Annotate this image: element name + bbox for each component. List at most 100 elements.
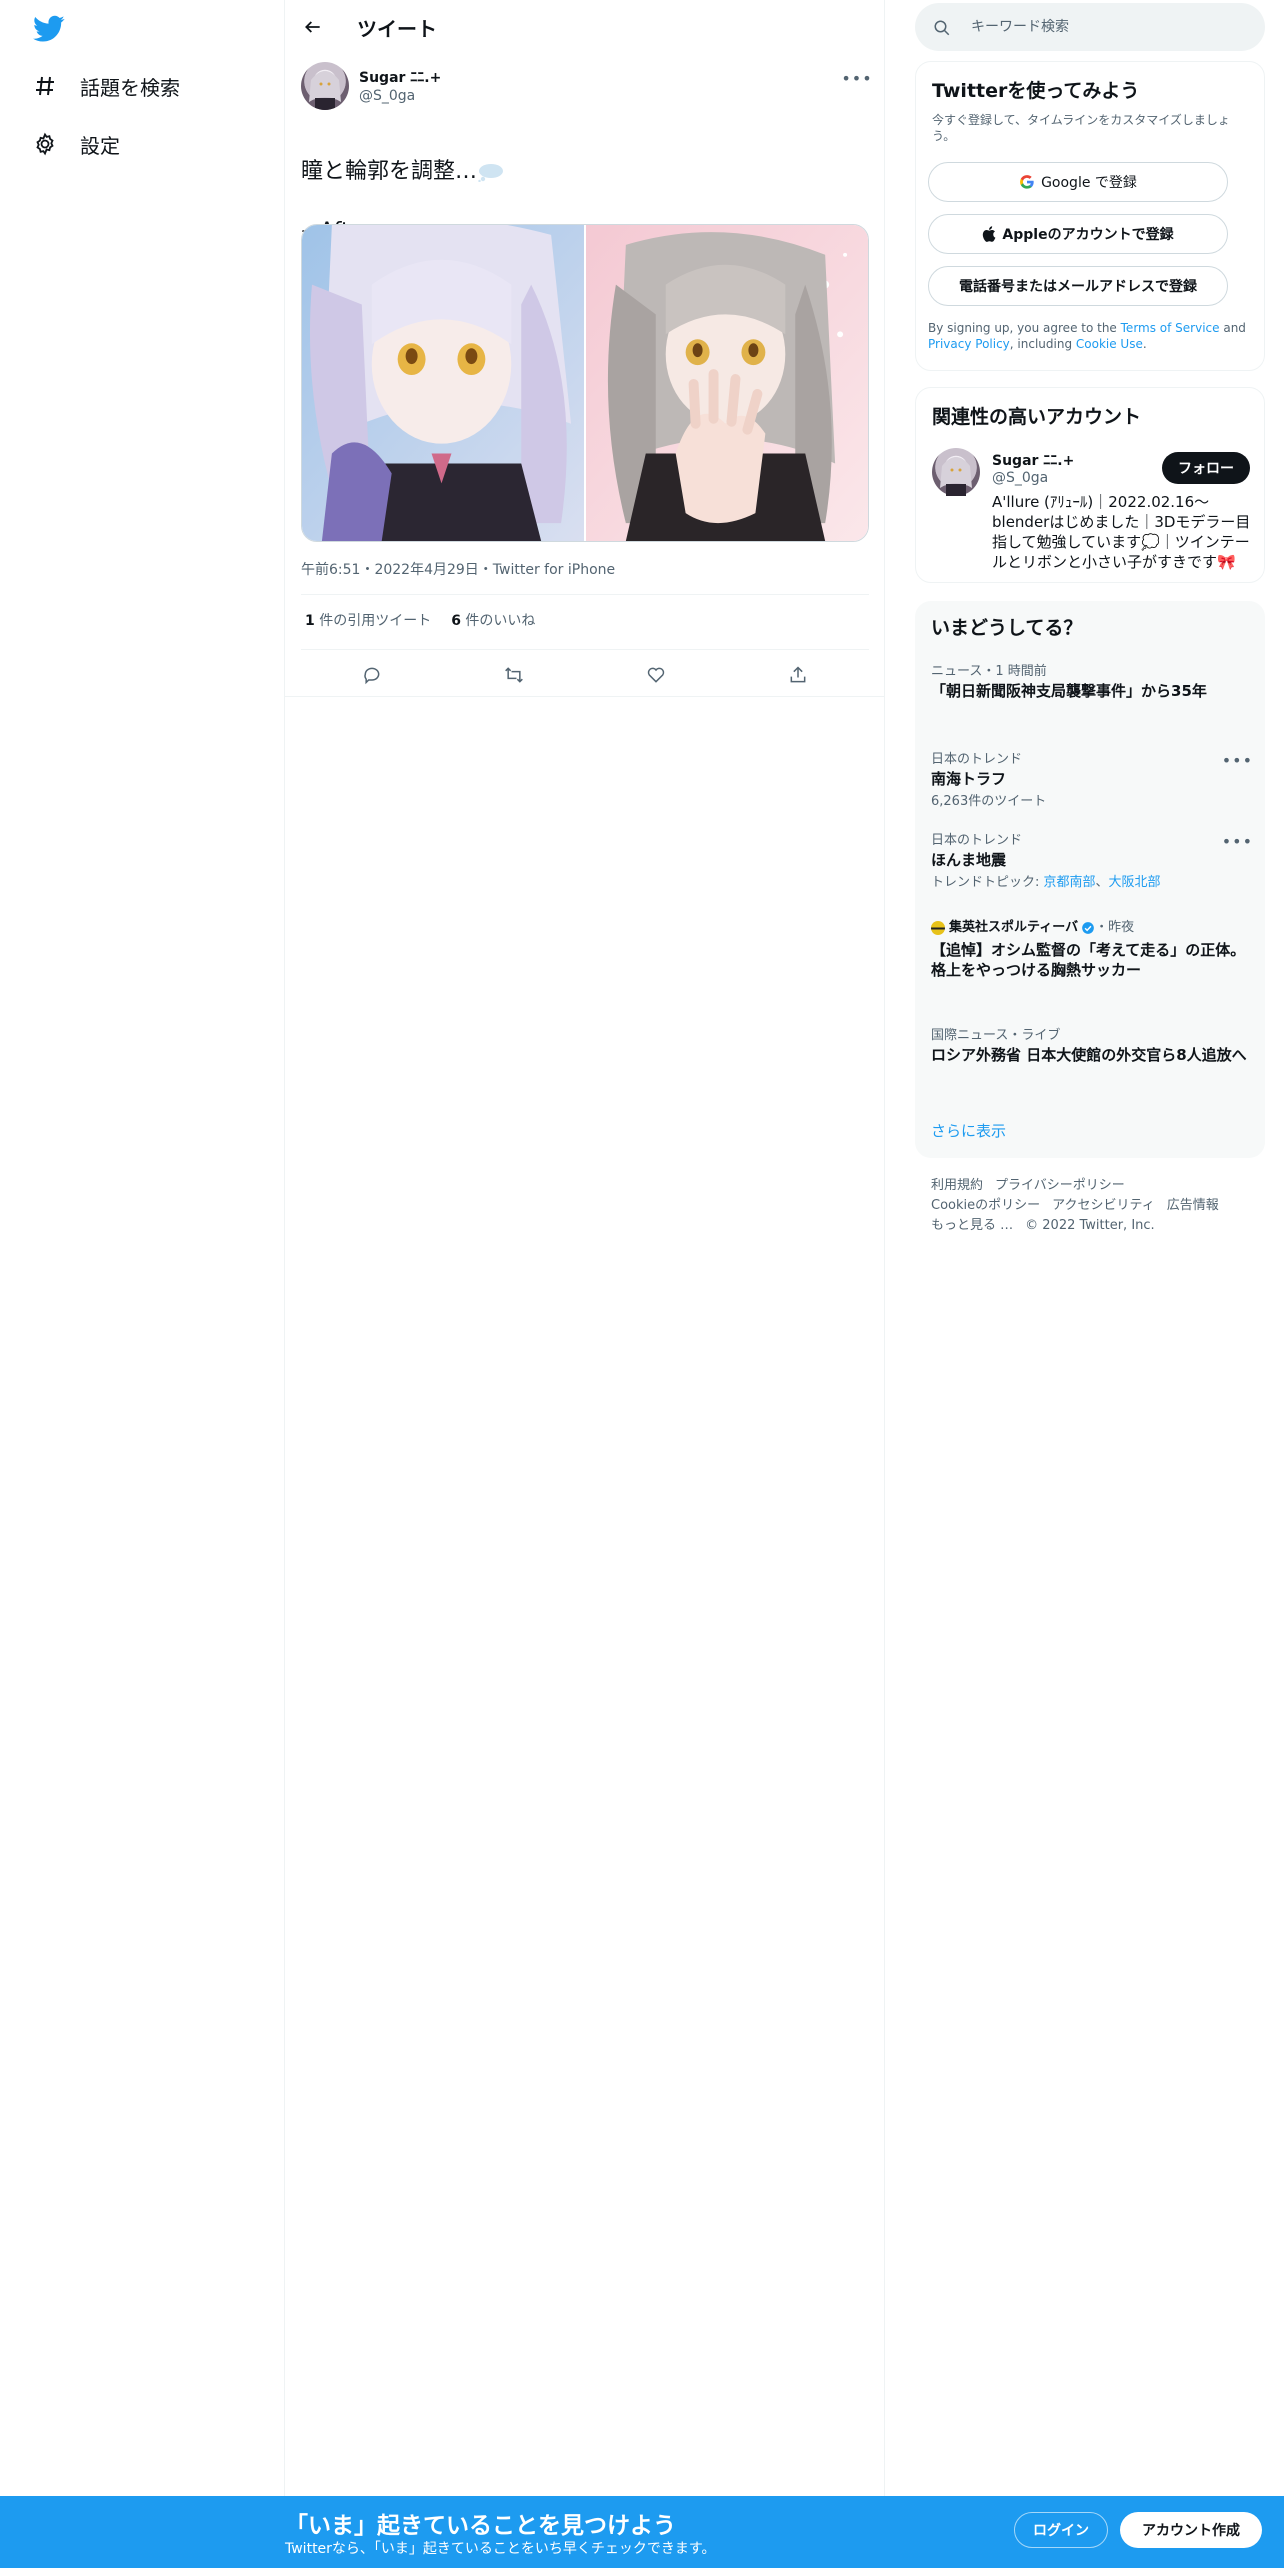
tweet-media xyxy=(301,224,869,542)
more-options-icon[interactable]: ••• xyxy=(1222,832,1253,851)
twitter-logo-icon[interactable] xyxy=(33,15,65,43)
divider xyxy=(301,649,869,650)
reply-icon[interactable] xyxy=(357,660,387,690)
privacy-policy-link[interactable]: Privacy Policy xyxy=(928,337,1010,351)
page-title: ツイート xyxy=(357,17,437,41)
apple-icon xyxy=(982,226,996,242)
retweet-icon[interactable] xyxy=(499,660,529,690)
trend-item[interactable]: 国際ニュース・ライブ ロシア外務省 日本大使館の外交官ら8人追放へ xyxy=(931,1027,1249,1065)
trend-item[interactable]: 日本のトレンド 南海トラフ 6,263件のツイート ••• xyxy=(931,751,1252,811)
nav-settings-label: 設定 xyxy=(80,133,120,158)
create-account-button[interactable]: アカウント作成 xyxy=(1120,2512,1262,2548)
footer-link[interactable]: プライバシーポリシー xyxy=(995,1178,1125,1193)
footer-link[interactable]: 利用規約 xyxy=(931,1178,983,1193)
terms-of-service-link[interactable]: Terms of Service xyxy=(1121,321,1220,335)
back-button[interactable] xyxy=(297,11,329,43)
related-accounts-card: 関連性の高いアカウント Sugar ﾆﾆ.+ @S_0ga フォロー A'llu… xyxy=(915,387,1265,583)
quote-tweets-stat[interactable]: 1 件の引用ツイート xyxy=(305,610,431,630)
trend-context: 国際ニュース・ライブ xyxy=(931,1028,1061,1043)
trend-context: 日本のトレンド xyxy=(931,752,1023,767)
search-input[interactable] xyxy=(971,17,1241,37)
tweet-image-before[interactable] xyxy=(302,225,584,541)
hashtag-icon xyxy=(30,71,60,101)
share-icon[interactable] xyxy=(783,660,813,690)
main-header: ツイート xyxy=(285,0,885,54)
related-account-name[interactable]: Sugar ﾆﾆ.+ xyxy=(992,450,1074,470)
avatar[interactable] xyxy=(301,62,349,110)
phone-email-signup-label: 電話番号またはメールアドレスで登録 xyxy=(959,279,1197,295)
main-column: ツイート Sugar ﾆﾆ.+ @S_0ga ••• 瞳と輪郭を調整…→Afte… xyxy=(285,0,885,2496)
more-options-icon[interactable]: ••• xyxy=(841,68,871,88)
trend-title: 南海トラフ xyxy=(931,770,1007,788)
nav-settings[interactable]: 設定 xyxy=(30,121,120,167)
signup-title: Twitterを使ってみよう xyxy=(932,80,1140,102)
tweet-stats: 1 件の引用ツイート 6 件のいいね xyxy=(305,610,535,630)
phone-email-signup-button[interactable]: 電話番号またはメールアドレスで登録 xyxy=(928,266,1228,306)
footer-links: 利用規約 プライバシーポリシー Cookieのポリシー アクセシビリティ 広告情報 も… xyxy=(931,1176,1251,1236)
trend-item[interactable]: ニュース・1 時間前 「朝日新聞阪神支局襲撃事件」から35年 xyxy=(931,663,1249,701)
google-signup-button[interactable]: Google で登録 xyxy=(928,162,1228,202)
trend-topic-separator: 、 xyxy=(1095,875,1109,890)
more-options-icon[interactable]: ••• xyxy=(1222,751,1253,770)
trends-title: いまどうしてる？ xyxy=(931,617,1083,639)
related-account-bio: A'llure (ｱﾘｭｰﾙ)｜2022.02.16〜blenderはじめました… xyxy=(992,493,1251,571)
footer-link[interactable]: アクセシビリティ xyxy=(1052,1198,1155,1213)
trend-topic-link[interactable]: 大阪北部 xyxy=(1109,875,1161,890)
trends-card: いまどうしてる？ ニュース・1 時間前 「朝日新聞阪神支局襲撃事件」から35年 … xyxy=(915,601,1265,1158)
trend-context: ニュース・1 時間前 xyxy=(931,664,1047,679)
trend-title: ロシア外務省 日本大使館の外交官ら8人追放へ xyxy=(931,1046,1247,1064)
login-button[interactable]: ログイン xyxy=(1014,2512,1108,2548)
bottombar-title: 「いま」起きていることを見つけよう xyxy=(285,2513,676,2539)
tweet-timestamp[interactable]: 午前6:51・2022年4月29日・Twitter for iPhone xyxy=(301,559,615,579)
trend-item[interactable]: 日本のトレンド ほんま地震 トレンドトピック: 京都南部、大阪北部 ••• xyxy=(931,832,1252,892)
nav-explore[interactable]: 話題を検索 xyxy=(30,63,180,109)
signup-card: Twitterを使ってみよう 今すぐ登録して、タイムラインをカスタマイズしましょ… xyxy=(915,61,1265,371)
trend-time: ・昨夜 xyxy=(1095,920,1135,935)
related-account-handle[interactable]: @S_0ga xyxy=(992,470,1048,486)
trend-topics: トレンドトピック: 京都南部、大阪北部 xyxy=(931,874,1249,892)
author-handle[interactable]: @S_0ga xyxy=(359,88,415,104)
footer-link[interactable]: もっと見る … xyxy=(931,1218,1013,1233)
show-more-link[interactable]: さらに表示 xyxy=(931,1120,1006,1141)
like-label: 件のいいね xyxy=(465,613,536,629)
avatar[interactable] xyxy=(932,448,980,496)
footer-link[interactable]: Cookieのポリシー xyxy=(931,1198,1040,1213)
trend-tweet-count: 6,263件のツイート xyxy=(931,794,1047,809)
author-name[interactable]: Sugar ﾆﾆ.+ xyxy=(359,67,441,87)
nav-explore-label: 話題を検索 xyxy=(80,75,180,100)
trend-item[interactable]: 集英社スポルティーバ ・昨夜 【追悼】オシム監督の「考えて走る」の正体。格上をや… xyxy=(931,919,1249,980)
apple-signup-button[interactable]: Appleのアカウントで登録 xyxy=(928,214,1228,254)
related-title: 関連性の高いアカウント xyxy=(932,406,1142,428)
apple-signup-label: Appleのアカウントで登録 xyxy=(1002,227,1174,243)
tweet-author: Sugar ﾆﾆ.+ @S_0ga ••• xyxy=(301,62,872,114)
signup-terms: By signing up, you agree to the Terms of… xyxy=(928,320,1248,352)
cookie-use-link[interactable]: Cookie Use xyxy=(1076,337,1143,351)
tweet-actions xyxy=(301,660,869,690)
tweet-text-line1: 瞳と輪郭を調整… xyxy=(301,159,478,184)
search-bar[interactable] xyxy=(915,3,1265,51)
left-navigation: 話題を検索 設定 xyxy=(0,0,285,2496)
follow-button[interactable]: フォロー xyxy=(1162,452,1250,484)
quote-label: 件の引用ツイート xyxy=(319,613,432,629)
likes-stat[interactable]: 6 件のいいね xyxy=(451,610,535,630)
terms-and: and xyxy=(1219,321,1246,335)
tweet-image-after[interactable] xyxy=(584,225,868,541)
trend-context: 集英社スポルティーバ ・昨夜 xyxy=(931,919,1249,937)
trend-topic-link[interactable]: 京都南部 xyxy=(1044,875,1096,890)
terms-including: , including xyxy=(1009,337,1076,351)
divider xyxy=(285,696,885,697)
terms-prefix: By signing up, you agree to the xyxy=(928,321,1121,335)
trend-title: 【追悼】オシム監督の「考えて走る」の正体。格上をやっつける胸熱サッカー xyxy=(931,941,1246,979)
like-icon[interactable] xyxy=(641,660,671,690)
quote-count: 1 xyxy=(305,613,315,629)
login-prompt-bar: 「いま」起きていることを見つけよう Twitterなら、「いま」起きていることを… xyxy=(0,2496,1284,2568)
trend-title: 「朝日新聞阪神支局襲撃事件」から35年 xyxy=(931,682,1207,700)
footer-link[interactable]: 広告情報 xyxy=(1167,1198,1219,1213)
trend-topics-label: トレンドトピック: xyxy=(931,875,1044,890)
like-count: 6 xyxy=(451,613,461,629)
trend-context: 日本のトレンド xyxy=(931,833,1023,848)
thought-bubble-icon xyxy=(477,162,505,182)
bottombar-subtitle: Twitterなら、「いま」起きていることをいち早くチェックできます。 xyxy=(285,2541,716,2557)
search-icon xyxy=(933,19,951,37)
google-icon xyxy=(1019,174,1035,190)
